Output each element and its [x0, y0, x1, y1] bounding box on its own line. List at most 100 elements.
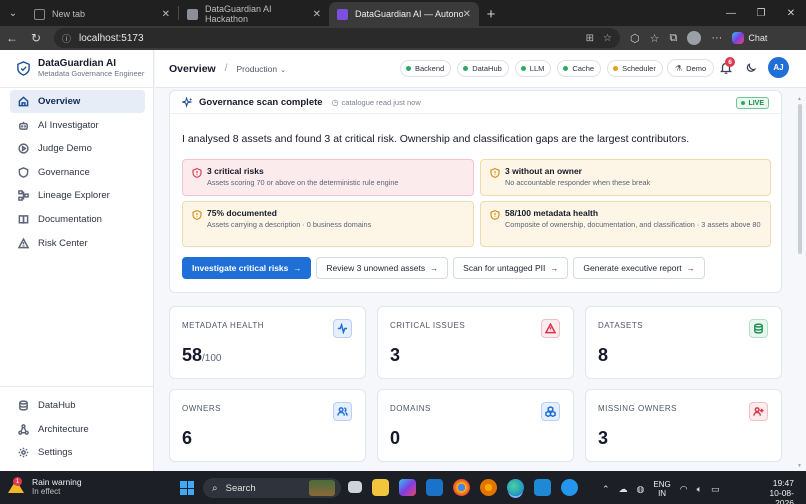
- finding-without-owner[interactable]: 3 without an owner No accountable respon…: [480, 159, 771, 196]
- sidebar-item-risk-center[interactable]: Risk Center: [10, 232, 145, 255]
- sidebar-item-overview[interactable]: Overview: [10, 90, 145, 113]
- close-window-icon[interactable]: ✕: [776, 0, 806, 26]
- service-status-llm[interactable]: LLM: [514, 60, 552, 77]
- volume-icon[interactable]: 🔈︎: [697, 484, 702, 495]
- user-plus-icon: [749, 402, 768, 421]
- collections-icon[interactable]: ⧉: [669, 32, 677, 45]
- scroll-down-icon[interactable]: ▼: [797, 463, 802, 469]
- back-arrow-icon[interactable]: ←: [0, 26, 24, 50]
- sidebar-item-label: Governance: [38, 166, 90, 178]
- bookmark-star-icon[interactable]: ☆: [603, 33, 612, 44]
- taskbar-search[interactable]: ⌕ Search: [203, 478, 341, 498]
- sidebar-nav: Overview AI Investigator Judge Demo Gove…: [0, 88, 153, 255]
- sidebar-item-label: AI Investigator: [38, 119, 99, 131]
- browser-tab-active[interactable]: DataGuardian AI — Autonomous M ✕: [329, 2, 479, 26]
- scroll-up-icon[interactable]: ▲: [797, 96, 802, 102]
- stat-card-missing-owners[interactable]: MISSING OWNERS 3: [585, 389, 782, 462]
- onedrive-cloud-icon[interactable]: ☁: [619, 484, 628, 495]
- sidebar-item-lineage-explorer[interactable]: Lineage Explorer: [10, 184, 145, 207]
- generate-executive-report-button[interactable]: Generate executive report →: [573, 257, 705, 279]
- stat-value: 6: [182, 428, 193, 448]
- service-status-cache[interactable]: Cache: [557, 60, 602, 77]
- sparkles-icon: [182, 96, 193, 108]
- vscode-icon[interactable]: [534, 479, 551, 496]
- stat-card-owners[interactable]: OWNERS 6: [169, 389, 366, 462]
- favorites-icon[interactable]: ☆: [650, 32, 660, 45]
- minimize-icon[interactable]: —: [716, 0, 746, 26]
- tab-menu-chevron-icon[interactable]: ⌄: [0, 0, 26, 26]
- windows-taskbar: 1 Rain warning In effect ⌕ Search ⌃ ☁ ◍ …: [0, 471, 806, 504]
- dark-mode-moon-icon[interactable]: [745, 61, 758, 74]
- sidebar-item-architecture[interactable]: Architecture: [10, 418, 146, 441]
- bot-icon: [19, 121, 28, 130]
- input-language[interactable]: ENG IN: [653, 480, 670, 498]
- profile-avatar-icon[interactable]: [687, 31, 702, 45]
- stat-value: 3: [390, 345, 401, 365]
- main-scrollbar[interactable]: ▲ ▼: [797, 96, 802, 469]
- chrome-canary-icon[interactable]: [480, 479, 497, 496]
- finding-metadata-health[interactable]: 58/100 metadata health Composite of owne…: [480, 201, 771, 247]
- close-tab-icon[interactable]: ✕: [313, 9, 321, 20]
- investigate-critical-risks-button[interactable]: Investigate critical risks →: [182, 257, 312, 279]
- more-menu-icon[interactable]: ···: [711, 32, 722, 44]
- scan-untagged-pii-button[interactable]: Scan for untagged PII →: [453, 257, 569, 279]
- reload-icon[interactable]: ↻: [24, 26, 48, 50]
- docker-icon[interactable]: [561, 479, 578, 496]
- battery-icon[interactable]: ▭: [711, 484, 720, 495]
- arrow-right-icon: →: [686, 263, 695, 273]
- weather-widget[interactable]: 1 Rain warning In effect: [8, 477, 82, 497]
- task-view-icon[interactable]: [348, 481, 362, 493]
- boxes-icon: [541, 402, 560, 421]
- stat-card-metadata-health[interactable]: METADATA HEALTH 58/100: [169, 306, 366, 379]
- environment-dropdown[interactable]: Production ⌄: [236, 64, 286, 74]
- arrow-right-icon: →: [550, 263, 559, 273]
- sidebar-item-ai-investigator[interactable]: AI Investigator: [10, 114, 145, 137]
- address-bar[interactable]: ⓘ localhost:5173 ⊞ ☆: [54, 28, 620, 48]
- copilot-app-icon[interactable]: [399, 479, 416, 496]
- site-info-icon[interactable]: ⓘ: [62, 32, 71, 45]
- browser-tab-new-tab[interactable]: New tab ✕: [26, 2, 178, 26]
- stat-card-critical-issues[interactable]: CRITICAL ISSUES 3: [377, 306, 574, 379]
- app-favicon-icon: [337, 8, 348, 20]
- windows-start-icon[interactable]: [180, 481, 194, 495]
- stat-card-domains[interactable]: DOMAINS 0: [377, 389, 574, 462]
- user-avatar[interactable]: AJ: [768, 57, 789, 78]
- finding-documented[interactable]: 75% documented Assets carrying a descrip…: [182, 201, 474, 247]
- new-tab-plus-icon[interactable]: +: [479, 2, 503, 26]
- users-icon: [333, 402, 352, 421]
- demo-mode-toggle[interactable]: ⚗ Demo: [667, 59, 715, 77]
- service-status-datahub[interactable]: DataHub: [457, 60, 509, 77]
- service-status-backend[interactable]: Backend: [400, 60, 452, 77]
- sidebar-item-datahub[interactable]: DataHub: [10, 394, 146, 417]
- stat-card-datasets[interactable]: DATASETS 8: [585, 306, 782, 379]
- file-explorer-icon[interactable]: [372, 479, 389, 496]
- shield-icon: [18, 166, 29, 178]
- sidebar-item-documentation[interactable]: Documentation: [10, 208, 145, 231]
- sidebar-item-label: DataHub: [38, 400, 76, 412]
- tray-app-icon[interactable]: ◍: [637, 484, 645, 495]
- restore-icon[interactable]: ❐: [746, 0, 776, 26]
- browser-tab-hackathon[interactable]: DataGuardian AI Hackathon ✕: [179, 2, 329, 26]
- sidebar-item-judge-demo[interactable]: Judge Demo: [10, 137, 145, 160]
- finding-critical-risks[interactable]: 3 critical risks Assets scoring 70 or ab…: [182, 159, 474, 196]
- button-label: Generate executive report: [583, 263, 682, 273]
- warning-icon: [18, 237, 29, 248]
- close-tab-icon[interactable]: ✕: [162, 9, 170, 20]
- extensions-icon[interactable]: ⬡: [630, 32, 640, 45]
- mail-app-icon[interactable]: [426, 479, 443, 496]
- edge-browser-icon[interactable]: [507, 479, 524, 496]
- app-install-icon[interactable]: ⊞: [586, 33, 594, 44]
- wifi-icon[interactable]: ◠: [680, 484, 688, 495]
- notification-count-badge: 6: [725, 57, 735, 67]
- copilot-chat-button[interactable]: Chat: [732, 32, 767, 44]
- chrome-icon[interactable]: [453, 479, 470, 496]
- sidebar-item-settings[interactable]: Settings: [10, 441, 146, 464]
- stat-label: CRITICAL ISSUES: [390, 321, 466, 330]
- service-status-scheduler[interactable]: Scheduler: [607, 60, 663, 77]
- review-unowned-assets-button[interactable]: Review 3 unowned assets →: [316, 257, 449, 279]
- close-tab-icon[interactable]: ✕: [463, 9, 471, 20]
- tray-overflow-chevron-icon[interactable]: ⌃: [602, 484, 610, 495]
- scrollbar-thumb[interactable]: [798, 104, 802, 254]
- taskbar-clock[interactable]: 19:47 10-08-2026: [752, 478, 794, 504]
- sidebar-item-governance[interactable]: Governance: [10, 161, 145, 184]
